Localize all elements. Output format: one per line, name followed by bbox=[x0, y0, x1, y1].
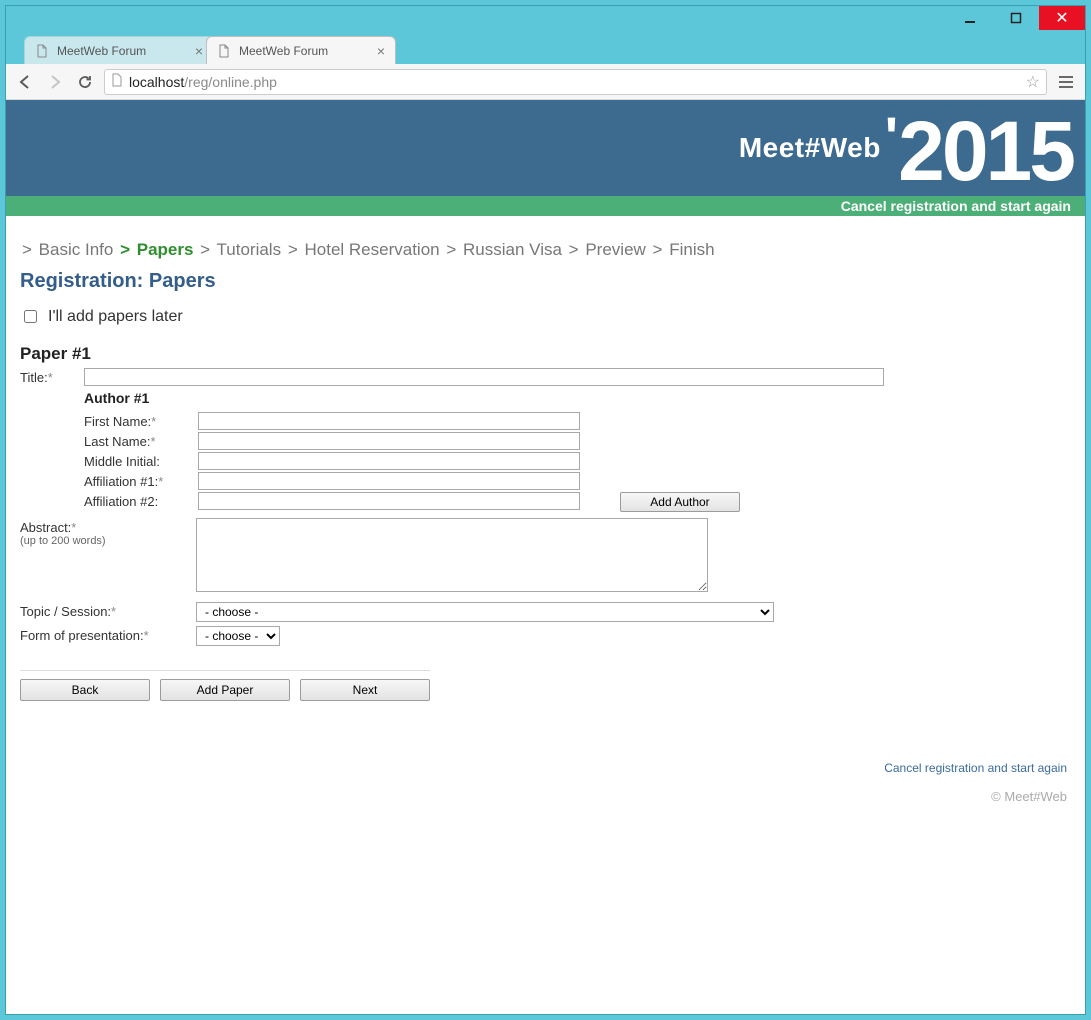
tab-strip: MeetWeb Forum × MeetWeb Forum × bbox=[6, 30, 1085, 64]
breadcrumb: > Basic Info > Papers > Tutorials > Hote… bbox=[20, 240, 1071, 260]
site-info-icon[interactable] bbox=[111, 73, 123, 90]
footer-copyright: © Meet#Web bbox=[20, 789, 1071, 804]
add-later-checkbox[interactable] bbox=[24, 310, 37, 323]
url-host: localhost bbox=[129, 74, 184, 90]
paper-heading: Paper #1 bbox=[20, 344, 1071, 364]
form-presentation-label: Form of presentation: bbox=[20, 628, 144, 643]
tab-close-icon[interactable]: × bbox=[377, 43, 385, 59]
page-title: Registration: Papers bbox=[20, 270, 1071, 293]
bookmark-star-icon[interactable]: ☆ bbox=[1026, 72, 1040, 92]
first-name-input[interactable] bbox=[198, 412, 580, 430]
topic-select[interactable]: - choose - bbox=[196, 602, 774, 622]
brand-year: 2015 bbox=[898, 116, 1073, 187]
tab-title: MeetWeb Forum bbox=[57, 44, 146, 58]
add-later-label: I'll add papers later bbox=[48, 308, 183, 326]
middle-initial-input[interactable] bbox=[198, 452, 580, 470]
abstract-sublabel: (up to 200 words) bbox=[20, 535, 196, 547]
tab-close-icon[interactable]: × bbox=[195, 43, 203, 59]
middle-initial-label: Middle Initial: bbox=[84, 454, 160, 469]
window-minimize-button[interactable] bbox=[947, 6, 993, 30]
browser-tab[interactable]: MeetWeb Forum × bbox=[24, 36, 214, 64]
window-titlebar: ✕ bbox=[6, 6, 1085, 30]
bc-preview[interactable]: Preview bbox=[585, 240, 645, 259]
browser-tab-active[interactable]: MeetWeb Forum × bbox=[206, 36, 396, 64]
bc-finish[interactable]: Finish bbox=[669, 240, 714, 259]
address-bar[interactable]: localhost/reg/online.php ☆ bbox=[104, 69, 1047, 95]
title-input[interactable] bbox=[84, 368, 884, 386]
last-name-label: Last Name: bbox=[84, 434, 150, 449]
window-maximize-button[interactable] bbox=[993, 6, 1039, 30]
affiliation1-input[interactable] bbox=[198, 472, 580, 490]
reload-icon[interactable] bbox=[74, 71, 96, 93]
page-viewport: Meet#Web '2015 Cancel registration and s… bbox=[6, 100, 1085, 1014]
first-name-label: First Name: bbox=[84, 414, 151, 429]
hamburger-menu-icon[interactable] bbox=[1055, 71, 1077, 93]
browser-window: ✕ MeetWeb Forum × MeetWeb Forum × localh… bbox=[5, 5, 1086, 1015]
add-paper-button[interactable]: Add Paper bbox=[160, 679, 290, 701]
back-button[interactable]: Back bbox=[20, 679, 150, 701]
content-area: > Basic Info > Papers > Tutorials > Hote… bbox=[6, 216, 1085, 834]
topic-label: Topic / Session: bbox=[20, 604, 111, 619]
bc-hotel[interactable]: Hotel Reservation bbox=[305, 240, 440, 259]
cancel-bar: Cancel registration and start again bbox=[6, 196, 1085, 216]
affiliation2-label: Affiliation #2: bbox=[84, 494, 158, 509]
cancel-registration-link[interactable]: Cancel registration and start again bbox=[841, 198, 1071, 214]
abstract-label: Abstract: bbox=[20, 520, 71, 535]
title-label: Title: bbox=[20, 370, 48, 385]
divider bbox=[20, 670, 430, 671]
bc-visa[interactable]: Russian Visa bbox=[463, 240, 562, 259]
author-heading: Author #1 bbox=[84, 390, 1071, 406]
tab-title: MeetWeb Forum bbox=[239, 44, 328, 58]
forward-icon[interactable] bbox=[44, 71, 66, 93]
site-banner: Meet#Web '2015 bbox=[6, 100, 1085, 196]
bc-tutorials[interactable]: Tutorials bbox=[217, 240, 282, 259]
form-presentation-select[interactable]: - choose - bbox=[196, 626, 280, 646]
page-icon bbox=[217, 44, 231, 58]
brand-text: Meet#Web bbox=[739, 132, 881, 164]
affiliation1-label: Affiliation #1: bbox=[84, 474, 158, 489]
next-button[interactable]: Next bbox=[300, 679, 430, 701]
bc-basic-info[interactable]: Basic Info bbox=[39, 240, 114, 259]
url-path: /reg/online.php bbox=[184, 74, 277, 90]
abstract-textarea[interactable] bbox=[196, 518, 708, 592]
last-name-input[interactable] bbox=[198, 432, 580, 450]
browser-toolbar: localhost/reg/online.php ☆ bbox=[6, 64, 1085, 100]
bc-papers[interactable]: Papers bbox=[137, 240, 194, 259]
back-icon[interactable] bbox=[14, 71, 36, 93]
footer-cancel-link[interactable]: Cancel registration and start again bbox=[884, 761, 1067, 775]
add-author-button[interactable]: Add Author bbox=[620, 492, 740, 512]
window-close-button[interactable]: ✕ bbox=[1039, 6, 1085, 30]
page-icon bbox=[35, 44, 49, 58]
year-apostrophe: ' bbox=[885, 104, 898, 169]
affiliation2-input[interactable] bbox=[198, 492, 580, 510]
